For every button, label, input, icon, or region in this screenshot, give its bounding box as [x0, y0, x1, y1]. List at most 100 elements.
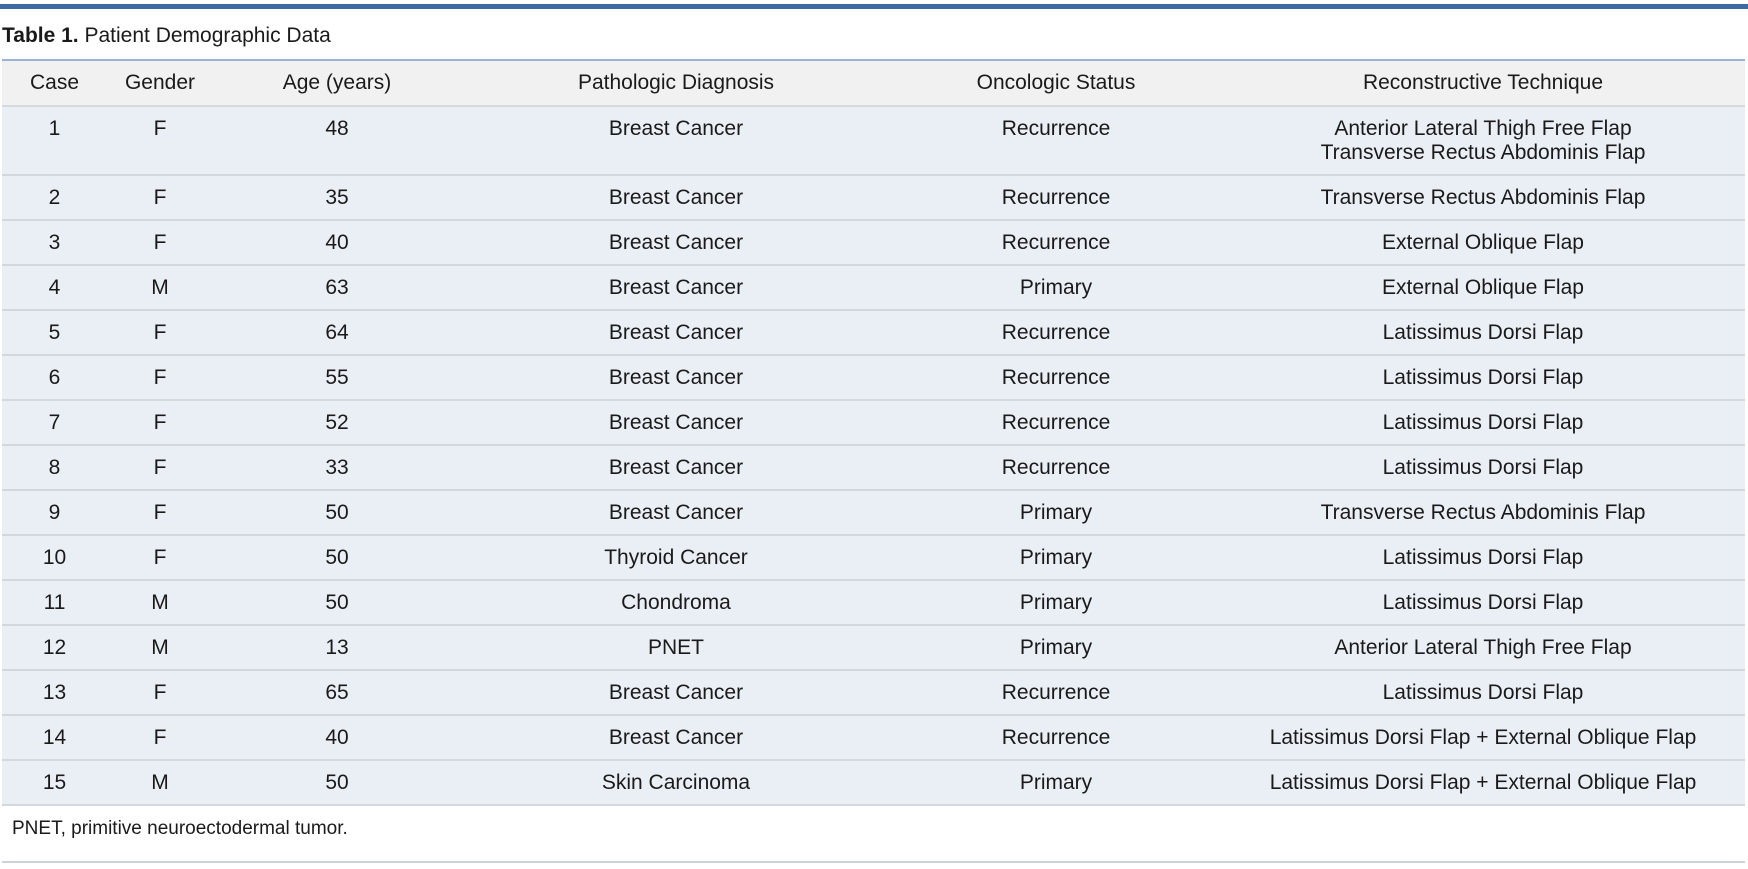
cell-technique: Latissimus Dorsi Flap	[1221, 400, 1745, 446]
cell-diagnosis: Breast Cancer	[461, 355, 891, 401]
cell-age-text: 64	[325, 321, 349, 344]
cell-gender: F	[107, 535, 213, 581]
cell-technique: Transverse Rectus Abdominis Flap	[1221, 175, 1745, 221]
cell-status: Primary	[891, 625, 1221, 671]
cell-technique-text: External Oblique Flap	[1382, 276, 1584, 299]
cell-case: 6	[2, 355, 107, 401]
cell-case-text: 13	[42, 681, 67, 704]
cell-technique-text: Latissimus Dorsi Flap	[1382, 321, 1584, 344]
cell-diagnosis-text: Chondroma	[621, 591, 731, 614]
header-technique: Reconstructive Technique	[1221, 61, 1745, 107]
cell-age-text: 13	[325, 636, 349, 659]
caption-label: Table 1.	[2, 24, 79, 47]
cell-diagnosis-text: Breast Cancer	[608, 117, 744, 140]
cell-technique-text: Latissimus Dorsi Flap	[1382, 411, 1584, 434]
cell-technique-text: Transverse Rectus Abdominis Flap	[1320, 501, 1646, 524]
cell-status-text: Recurrence	[1001, 366, 1111, 389]
cell-technique-text-line2: Transverse Rectus Abdominis Flap	[1320, 141, 1646, 164]
cell-status-text: Recurrence	[1001, 231, 1111, 254]
table-row: 14 F 40 Breast Cancer Recurrence Latissimus D…	[2, 715, 1745, 761]
cell-age: 65	[213, 670, 461, 716]
cell-status-text: Recurrence	[1001, 681, 1111, 704]
cell-age: 35	[213, 175, 461, 221]
cell-status: Recurrence	[891, 670, 1221, 716]
cell-age-text: 65	[325, 681, 349, 704]
cell-status: Recurrence	[891, 220, 1221, 266]
cell-technique: Latissimus Dorsi Flap	[1221, 670, 1745, 716]
cell-status-text: Primary	[1019, 591, 1093, 614]
cell-gender-text: F	[153, 321, 167, 344]
cell-diagnosis-text: Breast Cancer	[608, 726, 744, 749]
cell-diagnosis-text: Breast Cancer	[608, 276, 744, 299]
header-row: Case Gender Age (years) Pathologic Diagn…	[2, 61, 1745, 107]
cell-status: Recurrence	[891, 175, 1221, 221]
table-row: 10 F 50 Thyroid Cancer Primary Latissimus Dor…	[2, 535, 1745, 581]
cell-gender-text: M	[151, 591, 169, 614]
table-row: 6 F 55 Breast Cancer Recurrence Latissimus Do…	[2, 355, 1745, 401]
cell-age: 40	[213, 220, 461, 266]
cell-status-text: Primary	[1019, 276, 1093, 299]
cell-gender-text: F	[153, 726, 167, 749]
cell-diagnosis-text: Breast Cancer	[608, 456, 744, 479]
top-accent-rule	[0, 4, 1748, 9]
cell-case: 4	[2, 265, 107, 311]
table-container: Case Gender Age (years) Pathologic Diagn…	[2, 59, 1745, 806]
cell-age-text: 52	[325, 411, 349, 434]
cell-status-text: Recurrence	[1001, 186, 1111, 209]
cell-case-text: 10	[42, 546, 67, 569]
cell-gender: F	[107, 175, 213, 221]
cell-gender-text: F	[153, 456, 167, 479]
cell-case: 1	[2, 106, 107, 176]
cell-technique-text: Latissimus Dorsi Flap	[1382, 591, 1584, 614]
header-case: Case	[2, 61, 107, 107]
cell-technique-text: External Oblique Flap	[1382, 231, 1584, 254]
cell-age: 48	[213, 106, 461, 176]
cell-status: Recurrence	[891, 400, 1221, 446]
cell-technique-text: Latissimus Dorsi Flap + External Oblique…	[1269, 726, 1697, 749]
cell-gender: F	[107, 715, 213, 761]
cell-technique-text: Latissimus Dorsi Flap	[1382, 681, 1584, 704]
cell-diagnosis: Breast Cancer	[461, 400, 891, 446]
cell-status: Recurrence	[891, 106, 1221, 176]
cell-technique-text: Anterior Lateral Thigh Free Flap	[1334, 636, 1632, 659]
cell-technique: Anterior Lateral Thigh Free Flap Transver…	[1221, 106, 1745, 176]
cell-technique: Latissimus Dorsi Flap + External Oblique…	[1221, 715, 1745, 761]
cell-case: 10	[2, 535, 107, 581]
cell-case-text: 4	[48, 276, 61, 299]
cell-age: 13	[213, 625, 461, 671]
cell-status: Recurrence	[891, 310, 1221, 356]
cell-gender-text: F	[153, 366, 167, 389]
cell-diagnosis-text: Breast Cancer	[608, 501, 744, 524]
cell-age-text: 50	[325, 546, 349, 569]
cell-status-text: Primary	[1019, 636, 1093, 659]
cell-status: Primary	[891, 490, 1221, 536]
cell-status: Primary	[891, 580, 1221, 626]
cell-case-text: 3	[48, 231, 61, 254]
cell-age: 50	[213, 580, 461, 626]
cell-age: 50	[213, 760, 461, 806]
bottom-rule	[2, 861, 1745, 863]
cell-age-text: 35	[325, 186, 349, 209]
cell-gender: F	[107, 445, 213, 491]
cell-diagnosis: Skin Carcinoma	[461, 760, 891, 806]
cell-case: 5	[2, 310, 107, 356]
cell-status-text: Primary	[1019, 501, 1093, 524]
cell-status-text: Recurrence	[1001, 117, 1111, 140]
cell-gender: F	[107, 400, 213, 446]
cell-technique: Latissimus Dorsi Flap	[1221, 310, 1745, 356]
cell-case-text: 11	[43, 591, 66, 614]
cell-technique: External Oblique Flap	[1221, 220, 1745, 266]
cell-gender: F	[107, 310, 213, 356]
cell-technique-text: Latissimus Dorsi Flap	[1382, 546, 1584, 569]
cell-gender: F	[107, 220, 213, 266]
header-status: Oncologic Status	[891, 61, 1221, 107]
cell-status-text: Recurrence	[1001, 726, 1111, 749]
table-row: 15 M 50 Skin Carcinoma Primary Latissimus Dor…	[2, 760, 1745, 806]
cell-diagnosis-text: Skin Carcinoma	[601, 771, 751, 794]
cell-age-text: 48	[325, 117, 349, 140]
cell-age: 50	[213, 490, 461, 536]
cell-status-text: Recurrence	[1001, 456, 1111, 479]
cell-diagnosis: Breast Cancer	[461, 490, 891, 536]
cell-technique-text: Transverse Rectus Abdominis Flap	[1320, 186, 1646, 209]
cell-case-text: 2	[48, 186, 61, 209]
